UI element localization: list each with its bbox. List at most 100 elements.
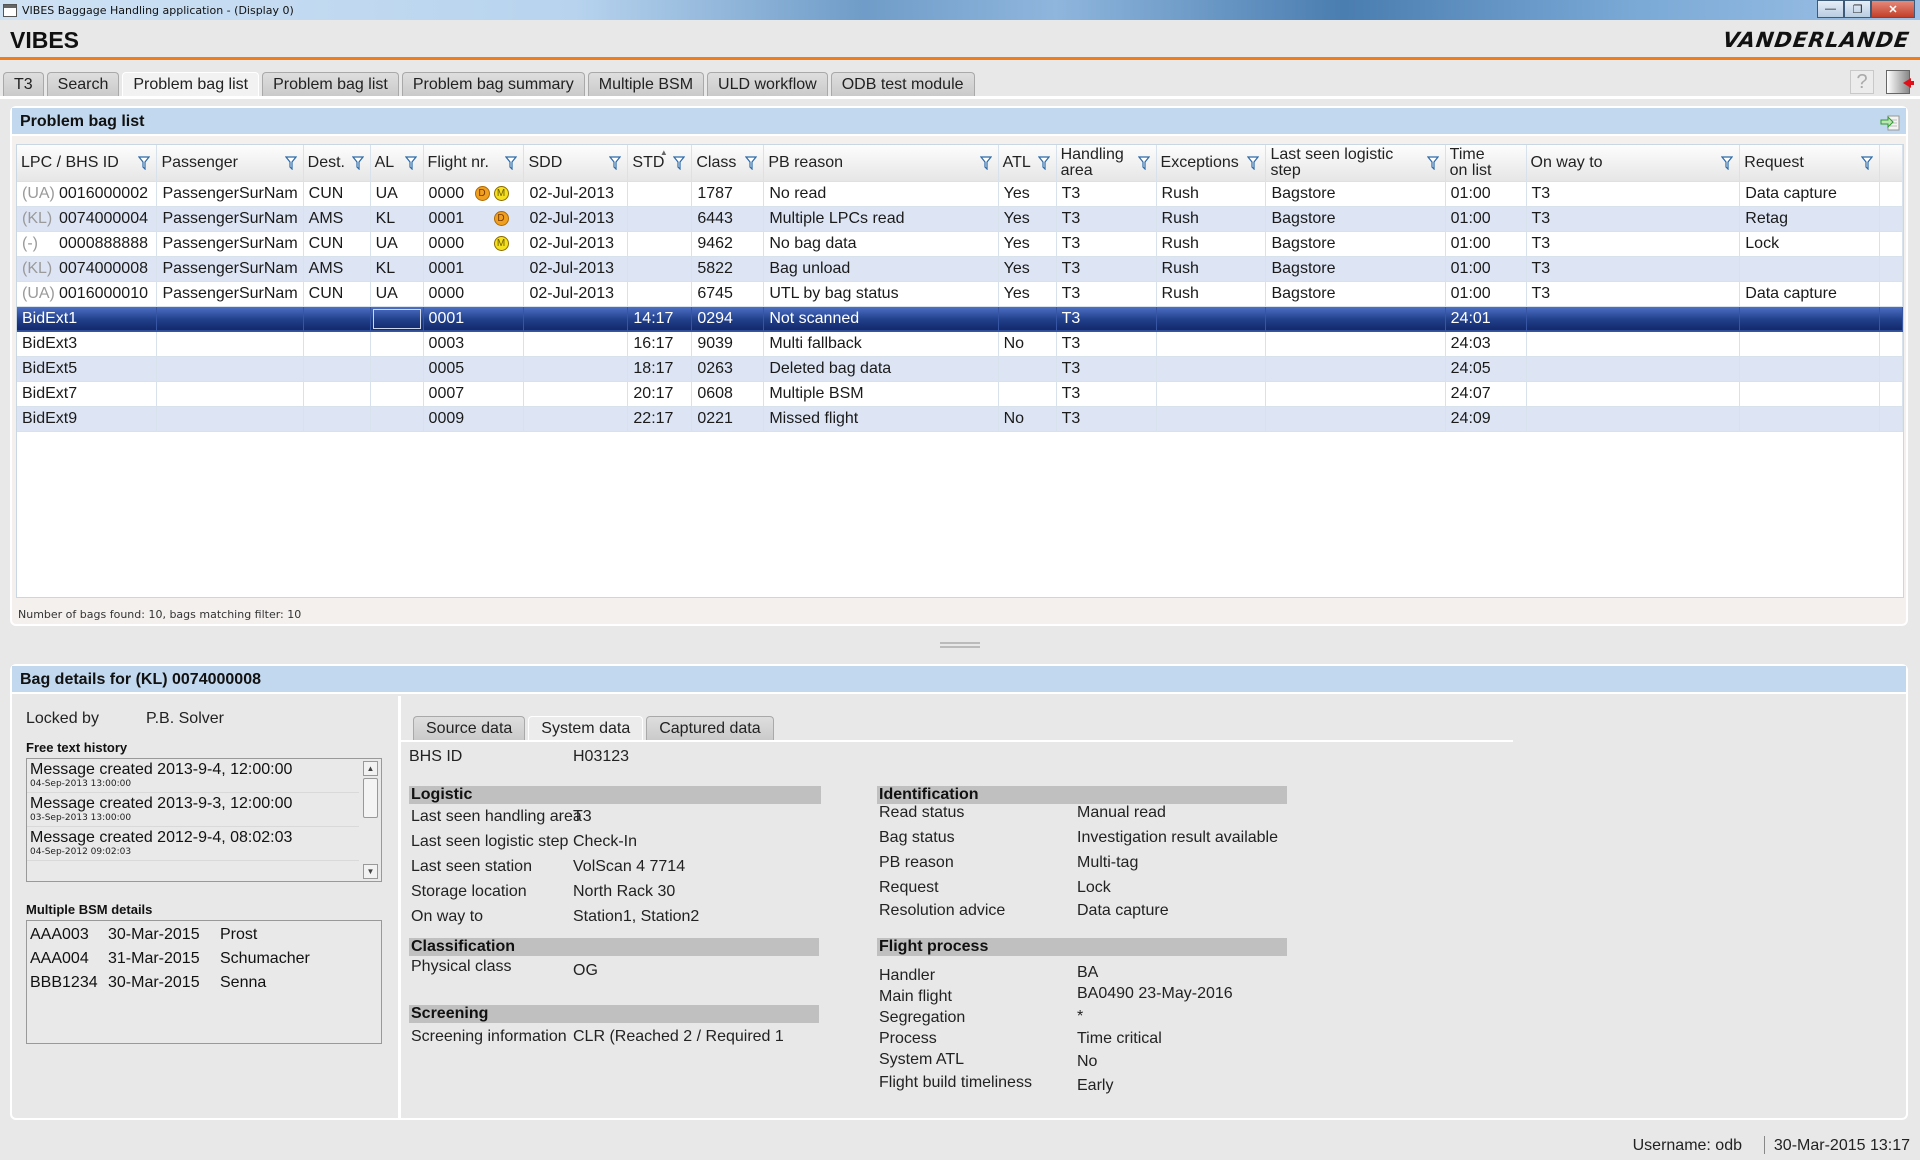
free-text-item[interactable]: Message created 2013-9-4, 12:00:00 04-Sep… xyxy=(27,759,359,793)
filter-icon[interactable] xyxy=(351,156,364,171)
problem-bag-table: LPC / BHS ID Passenger Dest. AL Flight nr. SD… xyxy=(16,144,1904,598)
column-header-al[interactable]: AL xyxy=(370,145,424,182)
export-icon[interactable] xyxy=(1880,113,1900,131)
table-row-selected[interactable]: BidExt1 0001 14:17 0294 Not scanned T3 24:01 xyxy=(17,306,1903,332)
filter-icon[interactable] xyxy=(979,156,992,171)
sub-tab-system-data[interactable]: System data xyxy=(528,716,644,740)
column-header-pb-reason[interactable]: PB reason xyxy=(763,145,999,182)
cell-std xyxy=(627,181,693,207)
cell-lpc-bhs-id: BidExt3 xyxy=(17,331,158,357)
filter-icon[interactable] xyxy=(1037,156,1050,171)
column-header-handling-area[interactable]: Handling area xyxy=(1056,145,1157,182)
column-header-class[interactable]: Class xyxy=(691,145,765,182)
free-text-item[interactable]: Message created 2012-9-4, 08:02:03 04-Sep… xyxy=(27,827,359,861)
sub-tab-source-data[interactable]: Source data xyxy=(413,716,526,740)
column-header-time-on-list[interactable]: Time on list xyxy=(1445,145,1527,182)
column-header-flight-nr[interactable]: Flight nr. xyxy=(423,145,525,182)
table-row[interactable]: BidExt7 0007 20:17 0608 Multiple BSM T3 24:07 xyxy=(17,381,1903,407)
column-header-label: Request xyxy=(1744,153,1804,171)
minimize-button[interactable]: — xyxy=(1817,0,1844,18)
table-row[interactable]: (UA) 0016000002 PassengerSurNam CUN UA 0000 D M… xyxy=(17,181,1903,207)
help-button[interactable]: ? xyxy=(1850,70,1874,94)
table-row[interactable]: (KL) 0074000008 PassengerSurNam AMS KL 0001 02… xyxy=(17,256,1903,282)
filter-icon[interactable] xyxy=(404,156,417,171)
cell-time-on-list: 01:00 xyxy=(1445,256,1527,282)
field-label-on-way-to: On way to xyxy=(411,908,484,925)
footer-separator xyxy=(1764,1136,1765,1154)
column-header-on-way-to[interactable]: On way to xyxy=(1526,145,1741,182)
cell-focus-indicator[interactable] xyxy=(372,308,421,329)
filter-icon[interactable] xyxy=(1860,156,1874,171)
column-header-passenger[interactable]: Passenger xyxy=(156,145,304,182)
logout-button[interactable] xyxy=(1886,70,1914,94)
flight-number: 0000 xyxy=(428,234,465,252)
table-row[interactable]: BidExt3 0003 16:17 9039 Multi fallback No T3 24… xyxy=(17,331,1903,357)
column-header-std[interactable]: STD ▲ xyxy=(627,145,693,182)
bsm-list-item[interactable]: BBB1234 30-Mar-2015 Senna xyxy=(27,971,381,995)
filter-icon[interactable] xyxy=(1721,156,1734,171)
cell-class: 0608 xyxy=(691,381,765,407)
close-button[interactable]: ✕ xyxy=(1871,0,1915,18)
column-header-sdd[interactable]: SDD xyxy=(523,145,629,182)
filter-icon[interactable] xyxy=(1426,156,1439,171)
filter-icon[interactable] xyxy=(505,156,518,171)
tab-problem-bag-list[interactable]: Problem bag list xyxy=(122,72,260,96)
table-row[interactable]: (-) 0000888888 PassengerSurNam CUN UA 0000 M 02… xyxy=(17,231,1903,257)
column-header-atl[interactable]: ATL xyxy=(998,145,1057,182)
cell-passenger xyxy=(156,306,304,332)
column-header-request[interactable]: Request xyxy=(1739,145,1880,182)
bag-id: BidExt3 xyxy=(22,334,78,352)
scroll-up-button[interactable]: ▲ xyxy=(363,761,378,776)
cell-atl: Yes xyxy=(998,206,1057,232)
sub-tab-captured-data[interactable]: Captured data xyxy=(646,716,774,740)
field-value-resolution-advice: Data capture xyxy=(1077,902,1169,919)
bsm-code: BBB1234 xyxy=(30,974,98,991)
cell-flight: 0000 M xyxy=(423,231,525,257)
tab-uld-workflow[interactable]: ULD workflow xyxy=(707,72,828,96)
bsm-list-item[interactable]: AAA003 30-Mar-2015 Prost xyxy=(27,923,381,947)
multiple-bsm-list[interactable]: AAA003 30-Mar-2015 Prost AAA004 31-Mar-2015 S… xyxy=(26,920,382,1044)
cell-class: 9462 xyxy=(691,231,765,257)
tab-search[interactable]: Search xyxy=(46,72,120,96)
cell-dest xyxy=(303,331,371,357)
filter-icon[interactable] xyxy=(609,156,622,171)
column-header-last-seen-logistic-step[interactable]: Last seen logistic step xyxy=(1265,145,1446,182)
filter-icon[interactable] xyxy=(1247,156,1260,171)
table-row[interactable]: (UA) 0016000010 PassengerSurNam CUN UA 0000 02… xyxy=(17,281,1903,307)
filter-icon[interactable] xyxy=(745,156,758,171)
cell-reason: Multiple BSM xyxy=(763,381,999,407)
table-row[interactable]: (KL) 0074000004 PassengerSurNam AMS KL 0001 D 0… xyxy=(17,206,1903,232)
free-text-history-list[interactable]: Message created 2013-9-4, 12:00:00 04-Sep… xyxy=(26,758,382,882)
column-header-dest[interactable]: Dest. xyxy=(303,145,371,182)
section-header-identification: Identification xyxy=(877,786,1287,804)
cell-passenger xyxy=(156,406,304,432)
filter-icon[interactable] xyxy=(1137,156,1150,171)
restore-button[interactable]: ❐ xyxy=(1844,0,1871,18)
free-text-item[interactable]: Message created 2013-9-3, 12:00:00 03-Sep… xyxy=(27,793,359,827)
cell-al: KL xyxy=(370,256,424,282)
free-text-scrollbar[interactable]: ▲ ▼ xyxy=(363,761,379,879)
filter-icon[interactable] xyxy=(284,156,297,171)
tab-odb-test-module[interactable]: ODB test module xyxy=(830,72,975,96)
bsm-list-item[interactable]: AAA004 31-Mar-2015 Schumacher xyxy=(27,947,381,971)
cell-sdd: 02-Jul-2013 xyxy=(523,206,629,232)
cell-on-way-to xyxy=(1526,381,1741,407)
filter-icon[interactable] xyxy=(138,156,151,171)
scroll-thumb[interactable] xyxy=(363,778,378,818)
table-row[interactable]: BidExt5 0005 18:17 0263 Deleted bag data T3 24… xyxy=(17,356,1903,382)
tab-multiple-bsm[interactable]: Multiple BSM xyxy=(587,72,705,96)
scroll-down-button[interactable]: ▼ xyxy=(363,864,378,879)
table-row[interactable]: BidExt9 0009 22:17 0221 Missed flight No T3 24:… xyxy=(17,406,1903,432)
main-tabs: T3 Search Problem bag list Problem bag list… xyxy=(3,72,978,96)
tab-problem-bag-list[interactable]: Problem bag list xyxy=(262,72,399,96)
cell-dest: AMS xyxy=(303,206,371,232)
cell-request: Retag xyxy=(1739,206,1880,232)
tab-t3[interactable]: T3 xyxy=(3,72,44,96)
cell-std xyxy=(627,206,693,232)
tab-problem-bag-summary[interactable]: Problem bag summary xyxy=(401,72,585,96)
column-header-lpc-bhs-id[interactable]: LPC / BHS ID xyxy=(17,145,158,182)
panel-splitter-handle[interactable] xyxy=(940,642,980,648)
column-header-exceptions[interactable]: Exceptions xyxy=(1156,145,1267,182)
cell-passenger: PassengerSurNam xyxy=(156,181,304,207)
filter-icon[interactable] xyxy=(673,156,686,171)
